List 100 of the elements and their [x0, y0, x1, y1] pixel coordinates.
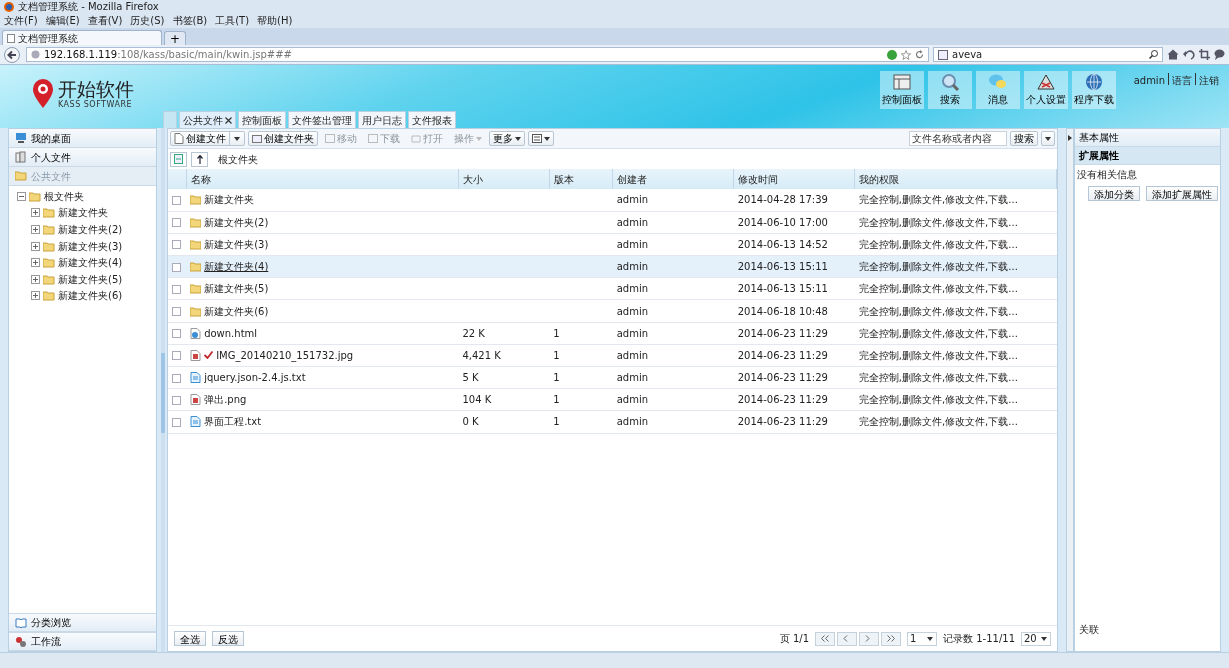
checkbox[interactable] — [172, 417, 181, 427]
tree-item[interactable]: 新建文件夹(2) — [58, 222, 123, 237]
view-button[interactable] — [528, 131, 554, 146]
file-name[interactable]: 界面工程.txt — [204, 414, 262, 430]
tree-item[interactable]: 根文件夹 — [44, 188, 84, 204]
reload-icon[interactable] — [915, 50, 924, 59]
last-page-button[interactable] — [881, 631, 902, 646]
file-name[interactable]: IMG_20140210_151732.jpg — [216, 347, 354, 363]
new-tab-button[interactable]: + — [164, 31, 186, 45]
toolbar-button[interactable]: 更多 — [489, 131, 525, 146]
file-name[interactable]: 新建文件夹(3) — [204, 236, 269, 252]
page-select[interactable]: 1 — [907, 631, 938, 646]
module-tab[interactable]: 控制面板 — [238, 111, 286, 128]
toolbar-button[interactable]: 搜索 — [927, 71, 972, 109]
dropdown-button[interactable] — [1041, 131, 1055, 146]
menu-item[interactable]: 查看(V) — [87, 13, 123, 28]
footer-button[interactable]: 全选 — [174, 631, 206, 646]
file-name[interactable]: 弹出.png — [204, 392, 247, 408]
module-tab[interactable]: 文件报表 — [408, 111, 456, 128]
tree-item[interactable]: 新建文件夹 — [58, 205, 108, 221]
address-bar[interactable]: 192.168.1.119:108/kass/basic/main/kwin.jsp### — [26, 47, 929, 62]
column-header[interactable]: 我的权限 — [854, 169, 1057, 189]
menu-item[interactable]: 编辑(E) — [45, 13, 80, 28]
splitter-handle[interactable] — [161, 353, 165, 433]
column-header[interactable]: 创建者 — [612, 169, 734, 189]
user-link[interactable]: 语言 — [1168, 73, 1192, 85]
section-header[interactable]: 扩展属性 — [1075, 147, 1220, 165]
search-button[interactable]: 搜索 — [1010, 131, 1038, 146]
breadcrumb[interactable]: 根文件夹 — [218, 151, 258, 167]
checkbox[interactable] — [172, 395, 181, 405]
menu-item[interactable]: 帮助(H) — [257, 13, 293, 28]
checkbox[interactable] — [172, 262, 181, 272]
undo-icon[interactable] — [1183, 49, 1195, 60]
sidebar-item[interactable]: 工作流 — [9, 632, 156, 651]
toolbar-button[interactable]: 控制面板 — [879, 71, 924, 109]
toolbar-button[interactable]: 创建文件夹 — [248, 131, 318, 146]
user-link[interactable]: admin — [1133, 73, 1165, 85]
footer-button[interactable]: 反选 — [212, 631, 244, 646]
menu-item[interactable]: 历史(S) — [130, 13, 165, 28]
file-name[interactable]: 新建文件夹(6) — [204, 303, 269, 319]
module-tab[interactable]: 公共文件 — [179, 111, 236, 128]
column-header[interactable]: 名称 — [186, 169, 459, 189]
file-name[interactable]: jquery.json-2.4.js.txt — [204, 370, 306, 386]
file-name[interactable]: 新建文件夹(4) — [204, 259, 269, 275]
back-icon[interactable] — [4, 46, 22, 63]
add-button[interactable]: 添加分类 — [1088, 186, 1140, 201]
column-header[interactable]: 大小 — [458, 169, 550, 189]
checkbox[interactable] — [172, 329, 181, 339]
checkbox[interactable] — [172, 351, 181, 361]
split-button[interactable]: 创建文件 — [170, 131, 245, 146]
close-icon[interactable] — [225, 116, 232, 124]
tree-item[interactable]: 新建文件夹(3) — [58, 238, 123, 254]
checkbox[interactable] — [172, 373, 181, 383]
checkbox[interactable] — [172, 218, 181, 228]
checkbox[interactable] — [172, 195, 181, 205]
expand-icon[interactable] — [31, 258, 40, 268]
toolbar-button[interactable]: 消息 — [975, 71, 1020, 109]
user-link[interactable]: 注销 — [1195, 73, 1219, 85]
toolbar-button[interactable]: 程序下载 — [1071, 71, 1116, 109]
checkbox[interactable] — [172, 307, 181, 317]
tree-item[interactable]: 新建文件夹(5) — [58, 271, 123, 287]
browser-tab[interactable]: 文档管理系统 — [2, 30, 162, 45]
expand-icon[interactable] — [31, 241, 40, 251]
module-tab[interactable]: 用户日志 — [358, 111, 406, 128]
section-header[interactable]: 基本属性 — [1075, 129, 1220, 147]
file-name[interactable]: 新建文件夹(2) — [204, 214, 269, 230]
collapse-icon[interactable] — [17, 191, 26, 201]
checkbox[interactable] — [172, 284, 181, 294]
search-icon[interactable] — [1149, 50, 1158, 59]
search-field[interactable]: aveva — [933, 47, 1163, 62]
star-icon[interactable] — [901, 49, 911, 60]
tree-item[interactable]: 新建文件夹(6) — [58, 288, 123, 304]
module-tab[interactable]: 文件签出管理 — [288, 111, 356, 128]
file-name[interactable]: 新建文件夹 — [204, 192, 255, 208]
home-icon[interactable] — [1167, 49, 1179, 60]
menu-item[interactable]: 书签(B) — [172, 13, 208, 28]
toolbar-button[interactable]: 个人设置 — [1023, 71, 1068, 109]
expand-icon[interactable] — [31, 274, 40, 284]
column-header[interactable]: 版本 — [549, 169, 613, 189]
crop-icon[interactable] — [1199, 49, 1210, 60]
collapse-handle[interactable] — [1066, 128, 1074, 652]
menu-item[interactable]: 文件(F) — [4, 13, 38, 28]
expand-icon[interactable] — [31, 208, 40, 218]
file-name[interactable]: 新建文件夹(5) — [204, 281, 269, 297]
sidebar-item[interactable]: 我的桌面 — [9, 129, 156, 148]
expand-icon[interactable] — [31, 225, 40, 234]
up-button[interactable] — [191, 151, 208, 167]
menu-item[interactable]: 工具(T) — [215, 13, 250, 28]
tree-item[interactable]: 新建文件夹(4) — [58, 255, 123, 271]
page-size-select[interactable]: 20 — [1021, 631, 1051, 646]
checkbox[interactable] — [172, 240, 181, 250]
sidebar-item[interactable]: 分类浏览 — [9, 613, 156, 632]
panel-footer-label[interactable]: 关联 — [1075, 620, 1220, 651]
expand-icon[interactable] — [31, 291, 40, 301]
chat-icon[interactable] — [1214, 49, 1225, 60]
column-header[interactable]: 修改时间 — [733, 169, 855, 189]
search-field[interactable]: 文件名称或者内容 — [909, 131, 1007, 146]
add-button[interactable]: 添加扩展属性 — [1146, 186, 1218, 201]
sidebar-item[interactable]: 个人文件 — [9, 148, 156, 167]
first-page-button[interactable] — [815, 631, 836, 646]
